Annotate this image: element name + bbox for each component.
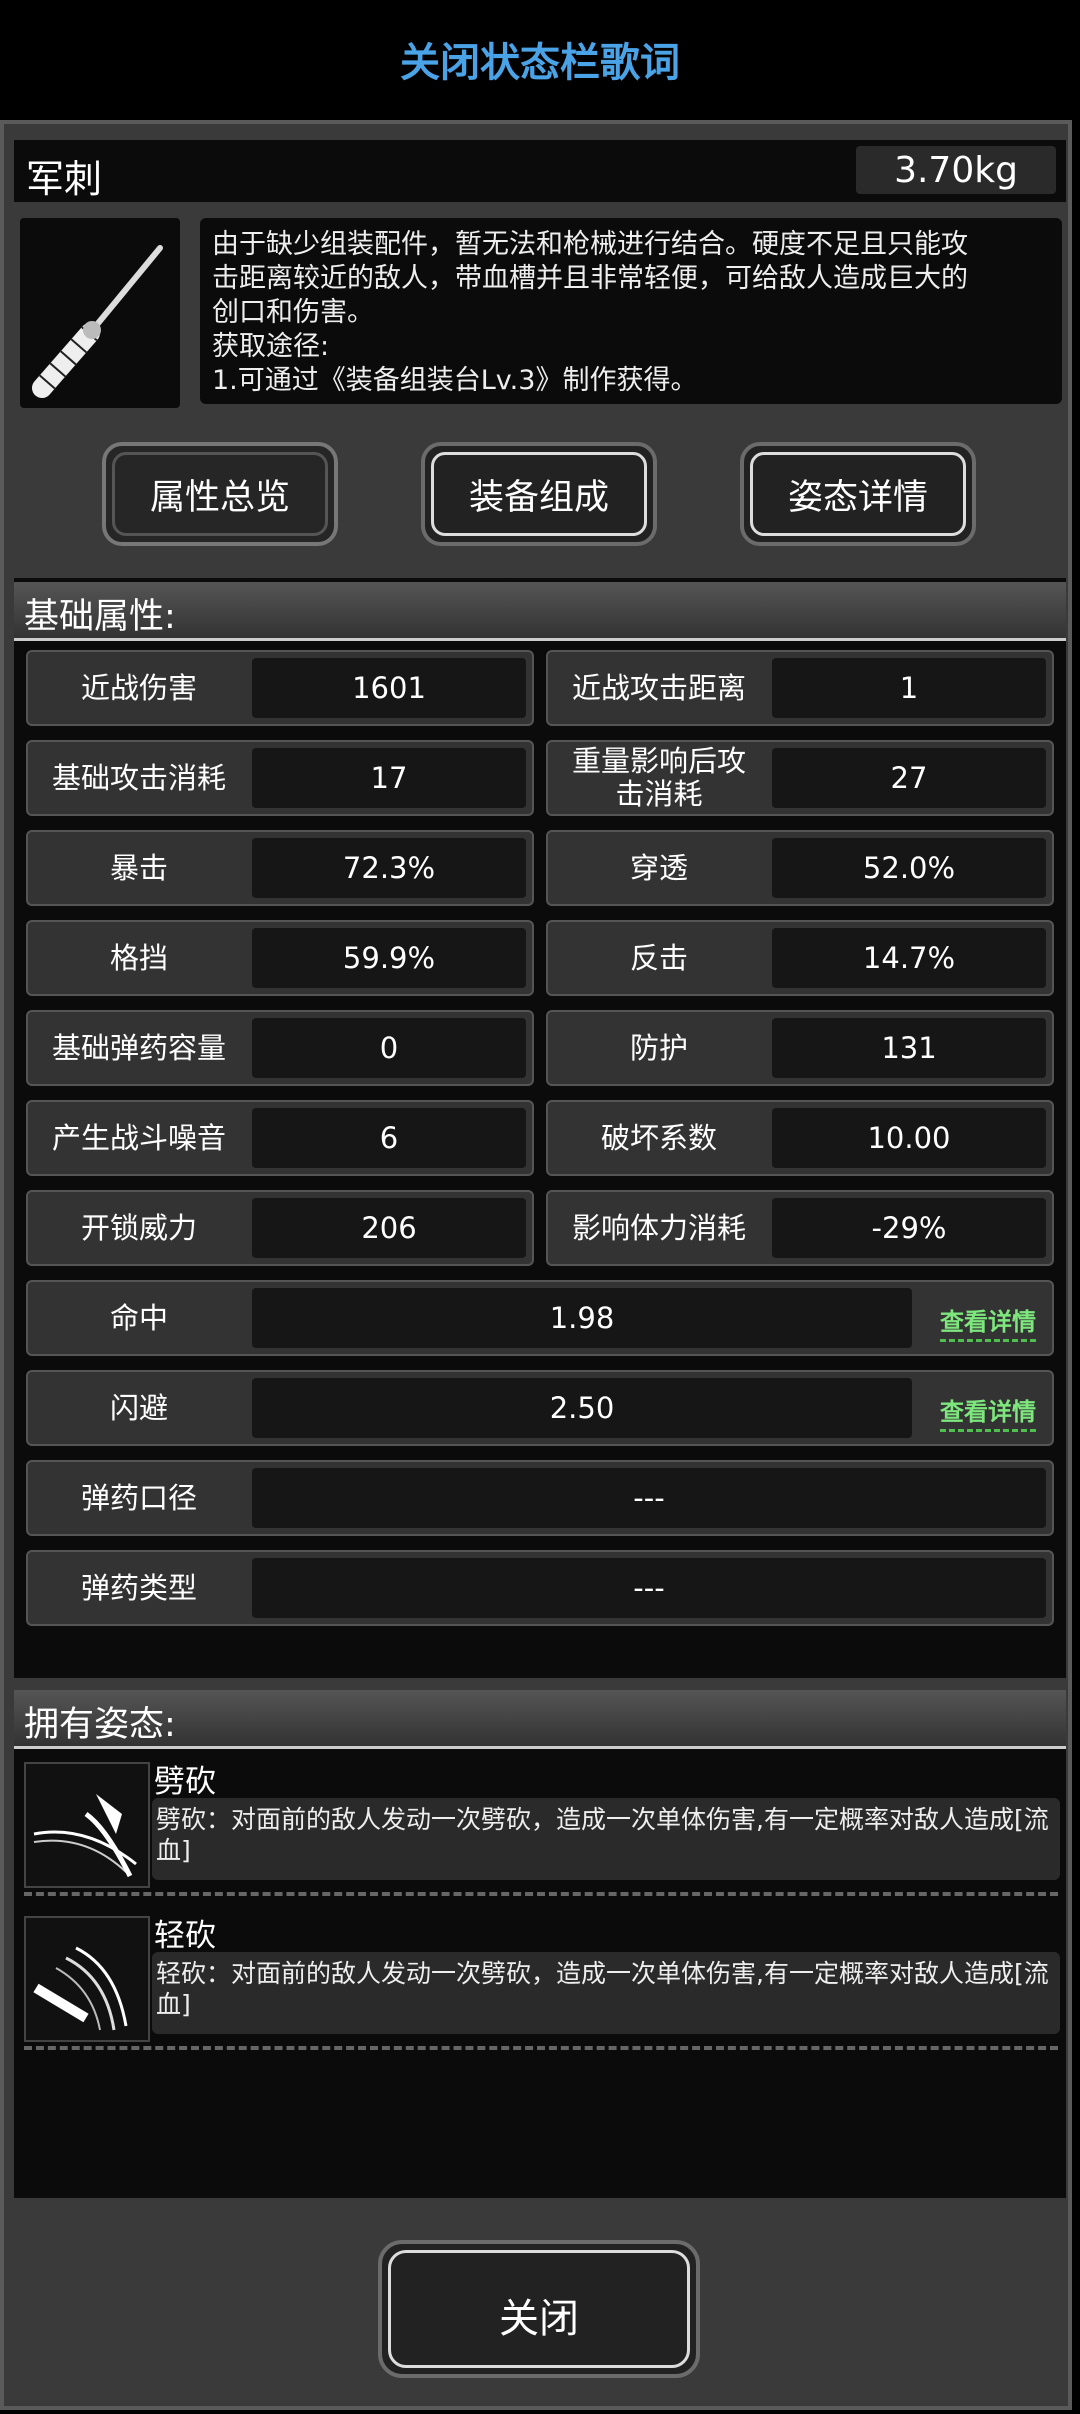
stat-value: 72.3% (252, 838, 526, 898)
stat-cell: 近战伤害 1601 (26, 650, 534, 726)
stat-value: 1.98 (252, 1288, 912, 1348)
stat-value: -29% (772, 1198, 1046, 1258)
stat-value: 17 (252, 748, 526, 808)
item-name: 军刺 (26, 157, 103, 201)
description-line: 1.可通过《装备组装台Lv.3》制作获得。 (212, 365, 698, 396)
stat-cell: 产生战斗噪音 6 (26, 1100, 534, 1176)
stat-label: 弹药口径 (80, 1480, 197, 1515)
close-button-label: 关闭 (499, 2296, 579, 2342)
tab-stance-details[interactable]: 姿态详情 (740, 442, 976, 546)
stat-cell: 防护 131 (546, 1010, 1054, 1086)
divider (24, 2046, 1058, 2050)
stat-cell: 开锁威力 206 (26, 1190, 534, 1266)
stat-label: 反击 (629, 940, 688, 975)
stat-label: 破坏系数 (600, 1120, 717, 1155)
stance-item[interactable]: 劈砍 劈砍：对面前的敌人发动一次劈砍，造成一次单体伤害,有一定概率对敌人造成[流… (24, 1756, 1060, 1900)
stat-cell: 基础攻击消耗 17 (26, 740, 534, 816)
stat-cell: 反击 14.7% (546, 920, 1054, 996)
description-line: 创口和伤害。 (212, 297, 374, 328)
basic-attributes-panel: 基础属性: 近战伤害 1601 近战攻击距离 1 基础攻击消耗 17 重量影响后… (14, 578, 1066, 1678)
stat-value: 206 (252, 1198, 526, 1258)
view-details-link-hit[interactable]: 查看详情 (940, 1302, 1036, 1342)
section-title: 基础属性: (24, 597, 176, 637)
tab-label: 姿态详情 (787, 477, 928, 518)
tab-label: 属性总览 (149, 477, 290, 518)
item-description: 由于缺少组装配件，暂无法和枪械进行结合。硬度不足且只能攻 击距离较近的敌人，带血… (200, 218, 1062, 404)
stat-value: 52.0% (772, 838, 1046, 898)
stat-label: 近战伤害 (80, 670, 197, 705)
stat-label: 重量影响后攻击消耗 (571, 744, 746, 811)
stat-cell: 近战攻击距离 1 (546, 650, 1054, 726)
stat-cell: 影响体力消耗 -29% (546, 1190, 1054, 1266)
section-header: 基础属性: (14, 582, 1066, 641)
stance-name: 轻砍 (154, 1918, 216, 1954)
stat-label: 基础弹药容量 (51, 1030, 226, 1065)
stat-value: 0 (252, 1018, 526, 1078)
close-button[interactable]: 关闭 (378, 2240, 700, 2378)
tab-equipment-composition[interactable]: 装备组成 (421, 442, 657, 546)
tab-label: 装备组成 (468, 477, 609, 518)
stat-cell: 破坏系数 10.00 (546, 1100, 1054, 1176)
stat-value: 1 (772, 658, 1046, 718)
tab-attributes-overview[interactable]: 属性总览 (102, 442, 338, 546)
view-details-link-dodge[interactable]: 查看详情 (940, 1392, 1036, 1432)
stat-value: 131 (772, 1018, 1046, 1078)
stat-cell: 穿透 52.0% (546, 830, 1054, 906)
stat-value: 14.7% (772, 928, 1046, 988)
stat-label: 开锁威力 (80, 1210, 197, 1245)
stat-value: 6 (252, 1108, 526, 1168)
divider (24, 1892, 1058, 1896)
description-line: 由于缺少组装配件，暂无法和枪械进行结合。硬度不足且只能攻 (212, 229, 968, 260)
bayonet-knife-icon (20, 218, 180, 408)
item-body: 由于缺少组装配件，暂无法和枪械进行结合。硬度不足且只能攻 击距离较近的敌人，带血… (14, 210, 1066, 410)
stat-label: 格挡 (109, 940, 168, 975)
stat-cell-caliber: 弹药口径 --- (26, 1460, 1054, 1536)
item-header: 军刺 3.70kg (14, 140, 1066, 202)
stat-value: --- (252, 1558, 1046, 1618)
stat-label: 影响体力消耗 (571, 1210, 746, 1245)
stat-label: 防护 (629, 1030, 688, 1065)
stat-value: 27 (772, 748, 1046, 808)
stat-label: 基础攻击消耗 (51, 760, 226, 795)
stat-label: 近战攻击距离 (571, 670, 746, 705)
stat-cell-dodge: 闪避 2.50 查看详情 (26, 1370, 1054, 1446)
stat-value: 59.9% (252, 928, 526, 988)
stat-cell-ammo-type: 弹药类型 --- (26, 1550, 1054, 1626)
stat-value: 2.50 (252, 1378, 912, 1438)
section-title: 拥有姿态: (24, 1705, 176, 1745)
stat-cell: 重量影响后攻击消耗 27 (546, 740, 1054, 816)
light-slash-icon (24, 1916, 150, 2042)
stat-cell: 暴击 72.3% (26, 830, 534, 906)
description-line: 击距离较近的敌人，带血槽并且非常轻便，可给敌人造成巨大的 (212, 263, 968, 294)
stat-label: 闪避 (109, 1390, 168, 1425)
stat-label: 命中 (109, 1300, 168, 1335)
status-bar-title: 关闭状态栏歌词 (400, 40, 680, 86)
stat-value: 10.00 (772, 1108, 1046, 1168)
stat-label: 穿透 (629, 850, 688, 885)
description-line: 获取途径: (212, 331, 330, 362)
section-header: 拥有姿态: (14, 1690, 1066, 1749)
stance-name: 劈砍 (154, 1764, 216, 1800)
stance-description: 劈砍：对面前的敌人发动一次劈砍，造成一次单体伤害,有一定概率对敌人造成[流血] (152, 1798, 1060, 1880)
slash-icon (24, 1762, 150, 1888)
item-weight: 3.70kg (856, 146, 1056, 194)
stat-cell-hit: 命中 1.98 查看详情 (26, 1280, 1054, 1356)
stance-item[interactable]: 轻砍 轻砍：对面前的敌人发动一次劈砍，造成一次单体伤害,有一定概率对敌人造成[流… (24, 1910, 1060, 2054)
stat-value: 1601 (252, 658, 526, 718)
stance-description: 轻砍：对面前的敌人发动一次劈砍，造成一次单体伤害,有一定概率对敌人造成[流血] (152, 1952, 1060, 2034)
tab-row: 属性总览 装备组成 姿态详情 (0, 432, 1072, 562)
stat-cell: 格挡 59.9% (26, 920, 534, 996)
stat-value: --- (252, 1468, 1046, 1528)
stances-panel: 拥有姿态: 劈砍 劈砍：对面前的敌人发动一次劈砍，造成一次单体伤害,有一定概率对… (14, 1690, 1066, 2198)
stat-cell: 基础弹药容量 0 (26, 1010, 534, 1086)
stat-label: 暴击 (109, 850, 168, 885)
status-bar-lyrics-toggle[interactable]: 关闭状态栏歌词 (0, 0, 1080, 120)
stat-label: 产生战斗噪音 (51, 1120, 226, 1155)
stat-label: 弹药类型 (80, 1570, 197, 1605)
